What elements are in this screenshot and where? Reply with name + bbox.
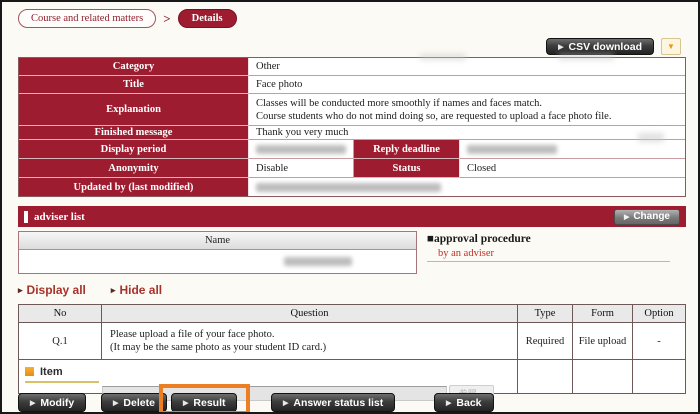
explanation-line-1: Classes will be conducted more smoothly …: [256, 97, 542, 110]
name-column-header: Name: [19, 232, 416, 250]
approval-divider: [427, 261, 670, 262]
row-value-title: Face photo: [249, 76, 685, 94]
csv-toolbar: ▶ CSV download ▼: [546, 38, 681, 55]
arrow-right-icon: ▶: [558, 43, 563, 51]
row-label-display-period: Display period: [19, 140, 249, 159]
arrow-right-icon: ▶: [183, 399, 188, 407]
row-label-category: Category: [19, 58, 249, 76]
question-row-no: Q.1: [19, 323, 102, 360]
square-bullet-icon: ■: [427, 233, 434, 245]
redacted-value: [256, 183, 441, 192]
item-empty-option-cell: [633, 360, 685, 393]
details-table: Category Other Title Face photo Explanat…: [18, 57, 686, 197]
answer-status-list-button-label: Answer status list: [293, 397, 383, 409]
breadcrumb-separator-icon: >: [163, 11, 170, 27]
redaction-artifact: [558, 54, 614, 60]
question-row-text: Please upload a file of your face photo.…: [102, 323, 518, 360]
arrow-small-icon: ▸: [18, 285, 23, 296]
page: Course and related matters > Details ▶ C…: [0, 0, 700, 414]
modify-button[interactable]: ▶ Modify: [18, 393, 86, 412]
breadcrumb-current[interactable]: Details: [178, 9, 237, 28]
redacted-value: [467, 145, 557, 154]
item-label-row: Item: [25, 366, 99, 383]
approval-procedure: ■approval procedure by an adviser: [427, 233, 531, 259]
hide-all-label: Hide all: [119, 283, 162, 297]
row-label-reply-deadline: Reply deadline: [353, 140, 460, 159]
row-value-display-period: [249, 140, 353, 159]
delete-button[interactable]: ▶ Delete: [101, 393, 167, 412]
approval-procedure-title: ■approval procedure: [427, 233, 531, 245]
explanation-line-2: Course students who do not mind doing so…: [256, 110, 611, 123]
modify-button-label: Modify: [40, 397, 74, 409]
result-button[interactable]: ▶ Result: [171, 393, 237, 412]
approval-by-adviser: by an adviser: [438, 248, 531, 259]
row-value-category: Other: [249, 58, 685, 76]
breadcrumb: Course and related matters > Details: [18, 9, 237, 28]
csv-dropdown-button[interactable]: ▼: [661, 38, 681, 55]
hide-all-link[interactable]: ▸ Hide all: [111, 283, 162, 297]
back-button-label: Back: [456, 397, 481, 409]
row-value-updated-by: [249, 178, 685, 196]
chevron-down-icon: ▼: [667, 42, 675, 51]
row-label-status: Status: [353, 159, 460, 178]
arrow-right-icon: ▶: [283, 399, 288, 407]
arrow-right-icon: ▶: [30, 399, 35, 407]
item-bullet-icon: [25, 367, 34, 376]
approval-procedure-text: approval procedure: [434, 233, 531, 245]
row-label-finished-message: Finished message: [19, 126, 249, 140]
item-empty-type-cell: [518, 360, 573, 393]
display-all-link[interactable]: ▸ Display all: [18, 283, 86, 297]
question-line-2: (It may be the same photo as your studen…: [110, 341, 326, 354]
row-value-reply-deadline: [460, 140, 685, 159]
expand-links: ▸ Display all ▸ Hide all: [18, 283, 162, 297]
item-section: Item 参照...: [19, 360, 518, 393]
question-row-type: Required: [518, 323, 573, 360]
row-label-updated-by: Updated by (last modified): [19, 178, 249, 196]
csv-download-button[interactable]: ▶ CSV download: [546, 38, 654, 55]
back-button[interactable]: ▶ Back: [434, 393, 494, 412]
row-value-explanation: Classes will be conducted more smoothly …: [249, 94, 685, 126]
adviser-list-title: adviser list: [34, 211, 85, 223]
section-tick-icon: [24, 211, 28, 223]
question-table: No Question Type Form Option Q.1 Please …: [18, 304, 686, 394]
adviser-name-row: [19, 250, 416, 273]
row-label-title: Title: [19, 76, 249, 94]
redacted-value: [284, 257, 352, 266]
item-label: Item: [40, 366, 63, 378]
col-header-type: Type: [518, 305, 573, 323]
change-button-label: Change: [633, 211, 670, 222]
adviser-name-table: Name: [18, 231, 417, 274]
question-line-1: Please upload a file of your face photo.: [110, 328, 274, 341]
change-button[interactable]: ▶ Change: [614, 209, 680, 225]
arrow-right-icon: ▶: [624, 213, 629, 221]
question-row-option: -: [633, 323, 685, 360]
col-header-no: No: [19, 305, 102, 323]
question-row-form: File upload: [573, 323, 633, 360]
item-empty-form-cell: [573, 360, 633, 393]
row-value-status: Closed: [460, 159, 685, 178]
answer-status-list-button[interactable]: ▶ Answer status list: [271, 393, 395, 412]
delete-button-label: Delete: [123, 397, 155, 409]
csv-download-label: CSV download: [569, 41, 643, 53]
redaction-artifact: [638, 133, 664, 142]
display-all-label: Display all: [27, 283, 86, 297]
row-label-anonymity: Anonymity: [19, 159, 249, 178]
row-label-explanation: Explanation: [19, 94, 249, 126]
arrow-right-icon: ▶: [113, 399, 118, 407]
row-value-anonymity: Disable: [249, 159, 353, 178]
arrow-small-icon: ▸: [111, 285, 116, 296]
col-header-option: Option: [633, 305, 685, 323]
adviser-list-header: adviser list ▶ Change: [18, 206, 686, 227]
arrow-right-icon: ▶: [446, 399, 451, 407]
col-header-question: Question: [102, 305, 518, 323]
redaction-artifact: [420, 54, 466, 60]
redacted-value: [256, 145, 346, 154]
row-value-finished-message: Thank you very much: [249, 126, 685, 140]
col-header-form: Form: [573, 305, 633, 323]
result-button-label: Result: [193, 397, 225, 409]
breadcrumb-parent[interactable]: Course and related matters: [18, 9, 156, 28]
